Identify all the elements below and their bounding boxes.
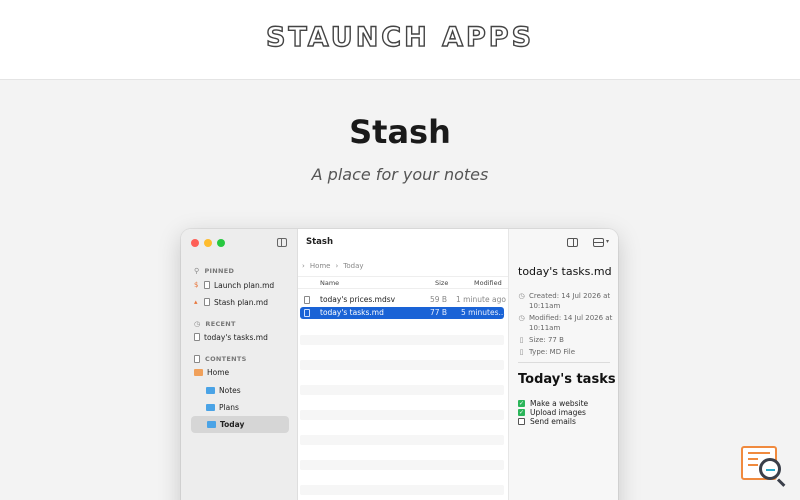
chevron-down-icon[interactable]: ▾ [606, 238, 609, 245]
pin-icon: ⚲ [194, 267, 200, 275]
column-modified[interactable]: Modified [474, 279, 502, 287]
sidebar-item-recent-tasks[interactable]: today's tasks.md [194, 330, 268, 344]
file-size: 77 B [430, 308, 448, 317]
file-name: today's tasks.md [320, 308, 384, 317]
close-window-button[interactable] [191, 239, 199, 247]
section-pinned: ⚲ PINNED [194, 267, 235, 275]
app-window-screenshot: ⚲ PINNED $ Launch plan.md ▴ Stash plan.m… [181, 229, 618, 500]
note-heading: Today's tasks [518, 372, 616, 387]
file-list-pane: Stash › Home › Today Name Size Modified … [298, 229, 508, 500]
text-line-icon [748, 458, 758, 460]
document-icon [204, 281, 210, 289]
document-icon [194, 333, 200, 341]
view-options-icon[interactable] [593, 238, 604, 247]
empty-row [300, 335, 504, 345]
minimize-window-button[interactable] [204, 239, 212, 247]
file-row-selected[interactable]: today's tasks.md 77 B 5 minutes... [300, 307, 506, 319]
brand-logo-text[interactable]: STAUNCH APPS [0, 21, 800, 53]
hero-subtitle: A place for your notes [311, 165, 489, 184]
empty-row [300, 410, 504, 420]
folder-icon [206, 386, 215, 394]
task-item[interactable]: Send emails [518, 417, 576, 426]
sidebar: ⚲ PINNED $ Launch plan.md ▴ Stash plan.m… [181, 229, 298, 500]
zoom-window-button[interactable] [217, 239, 225, 247]
magnifier-handle-icon [776, 478, 786, 487]
text-line-icon [748, 452, 770, 454]
breadcrumb: › Home › Today [302, 262, 364, 270]
document-icon [304, 296, 310, 304]
checkbox-checked-icon[interactable]: ✓ [518, 400, 525, 407]
section-contents: CONTENTS [194, 355, 247, 363]
meta-created: ◷ Created: 14 Jul 2026 at 10:11am [518, 292, 611, 310]
clock-icon: ◷ [518, 292, 525, 300]
document-icon: ▯ [519, 336, 524, 344]
document-icon [194, 355, 200, 363]
folder-icon [207, 421, 216, 428]
column-header: Name Size Modified [298, 276, 508, 289]
hero-title: Stash [349, 113, 451, 151]
sidebar-item-notes[interactable]: Notes [206, 383, 241, 397]
file-name: today's prices.mdsv [320, 295, 396, 304]
sidebar-item-plans[interactable]: Plans [206, 400, 239, 414]
sidebar-item-home[interactable]: Home [194, 365, 229, 379]
task-item[interactable]: ✓ Make a website [518, 399, 588, 408]
chevron-right-icon: › [335, 262, 339, 270]
document-icon [204, 298, 210, 306]
breadcrumb-item[interactable]: Today [343, 262, 363, 270]
checkbox-unchecked-icon[interactable] [518, 418, 525, 425]
document-icon [304, 309, 310, 317]
section-recent: ◷ RECENT [194, 320, 236, 328]
home-folder-icon [194, 368, 203, 376]
sidebar-item-stash-plan[interactable]: ▴ Stash plan.md [194, 295, 268, 309]
meta-size: ▯ Size: 77 B [519, 336, 564, 344]
site-header: STAUNCH APPS [0, 0, 800, 80]
file-size: 59 B [430, 295, 448, 304]
sidebar-toggle-icon[interactable] [277, 238, 287, 247]
clock-icon: ◷ [518, 314, 525, 322]
divider [518, 362, 610, 363]
document-icon: ▯ [519, 348, 524, 356]
text-line-icon [748, 464, 758, 466]
empty-row [300, 435, 504, 445]
empty-row [300, 460, 504, 470]
pin-icon: $ [194, 281, 199, 289]
pin-icon: ▴ [194, 298, 198, 306]
inspector-toggle-icon[interactable] [567, 238, 578, 247]
inspector-pane: ▾ today's tasks.md ◷ Created: 14 Jul 202… [508, 229, 618, 500]
breadcrumb-item[interactable]: Home [310, 262, 331, 270]
folder-icon [206, 403, 215, 411]
empty-row [300, 385, 504, 395]
file-row[interactable]: today's prices.mdsv 59 B 1 minute ago [300, 294, 506, 306]
sidebar-item-today[interactable]: Today [191, 416, 289, 433]
empty-row [300, 360, 504, 370]
meta-type: ▯ Type: MD File [519, 348, 576, 356]
clock-icon: ◷ [194, 320, 201, 328]
window-title: Stash [306, 237, 334, 247]
column-size[interactable]: Size [435, 279, 448, 287]
magnifier-icon [759, 458, 781, 480]
sidebar-item-launch-plan[interactable]: $ Launch plan.md [194, 278, 274, 292]
file-modified: 1 minute ago [456, 295, 506, 304]
empty-row [300, 485, 504, 495]
meta-modified: ◷ Modified: 14 Jul 2026 at 10:11am [518, 314, 613, 332]
file-modified: 5 minutes... [461, 308, 506, 317]
task-item[interactable]: ✓ Upload images [518, 408, 586, 417]
column-name[interactable]: Name [320, 279, 339, 287]
inspector-file-name: today's tasks.md [518, 265, 612, 278]
chevron-right-icon: › [302, 262, 305, 270]
checkbox-checked-icon[interactable]: ✓ [518, 409, 525, 416]
search-logo-icon[interactable] [741, 446, 789, 488]
